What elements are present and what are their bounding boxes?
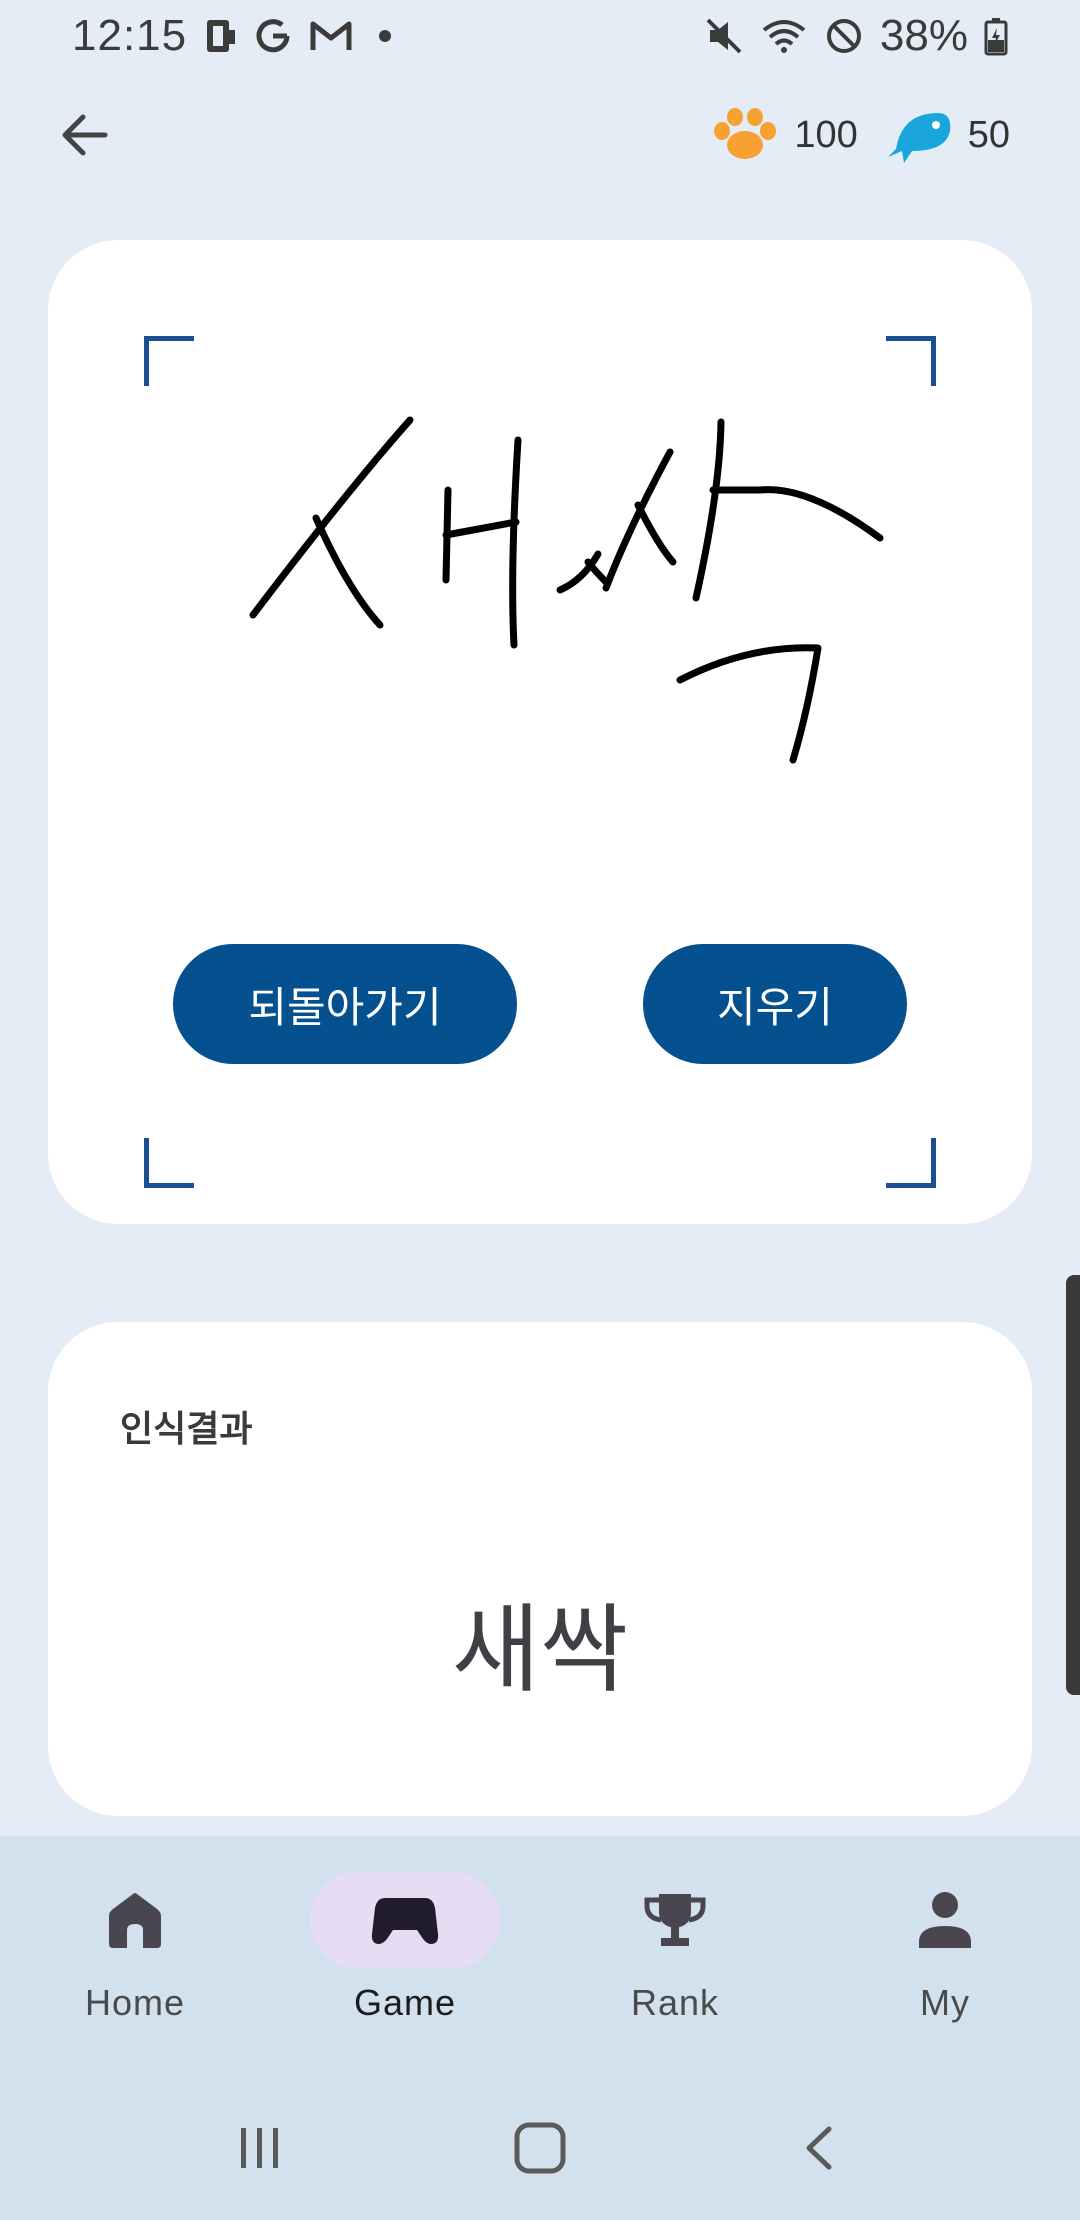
recognition-result-label: 인식결과 (120, 1409, 253, 1450)
nav-label-game: Game (353, 1982, 457, 2023)
notification-dot-icon (379, 30, 392, 42)
recognition-result-card: 인식결과 새싹 (48, 1322, 1032, 1816)
ink-stroke (312, 514, 384, 629)
ink-stroke (602, 448, 674, 592)
ink-stroke (676, 644, 822, 764)
home-icon (109, 1893, 161, 1948)
chevron-left-icon (806, 2126, 832, 2170)
app-bar: 100 50 (0, 90, 1080, 180)
ink-stroke (692, 418, 725, 602)
person-icon (919, 1892, 971, 1948)
battery-icon (984, 16, 1008, 56)
do-not-disturb-icon (824, 16, 864, 56)
ink-stroke (634, 501, 677, 566)
arrow-left-icon (62, 114, 108, 156)
drawing-card: 되돌아가기 지우기 (48, 240, 1032, 1224)
ink-strokes (249, 416, 884, 764)
nav-item-game[interactable]: Game (270, 1836, 540, 2076)
fish-currency: 50 (882, 105, 1010, 165)
ink-stroke (509, 436, 522, 649)
paw-currency: 100 (710, 107, 858, 163)
recent-apps-button[interactable] (210, 2098, 310, 2198)
undo-button[interactable]: 되돌아가기 (173, 944, 517, 1064)
paw-count: 100 (794, 113, 858, 156)
nav-label-rank: Rank (630, 1982, 720, 2023)
nav-icon-container (580, 1872, 770, 1968)
ink-stroke (709, 486, 884, 542)
back-button[interactable] (50, 100, 120, 170)
mute-icon (704, 16, 744, 56)
nav-item-my[interactable]: My (810, 1836, 1080, 2076)
status-time: 12:15 (72, 11, 188, 60)
nav-label-my: My (920, 1982, 970, 2023)
ink-stroke (442, 518, 520, 539)
google-icon (253, 16, 293, 56)
recent-apps-icon (241, 2128, 278, 2168)
paw-icon (714, 108, 777, 159)
system-navigation-bar (0, 2076, 1080, 2220)
currency-group: 100 50 (710, 105, 1010, 165)
status-bar: 12:15 38% (0, 0, 1080, 72)
back-system-button[interactable] (770, 2098, 870, 2198)
gmail-icon (309, 18, 353, 54)
ink-stroke (584, 558, 610, 586)
battery-percent: 38% (879, 11, 968, 60)
nav-icon-container-active (310, 1872, 500, 1968)
nav-label-home: Home (84, 1982, 186, 2023)
nav-item-home[interactable]: Home (0, 1836, 270, 2076)
home-square-icon (514, 2122, 566, 2174)
bottom-navigation: Home Game Rank My (0, 1836, 1080, 2076)
status-left: 12:15 (72, 11, 392, 61)
ink-stroke (249, 416, 414, 619)
nav-icon-container (40, 1872, 230, 1968)
handwriting-canvas[interactable] (48, 240, 1032, 1224)
gamepad-icon (371, 1898, 439, 1944)
scrollbar-thumb[interactable] (1066, 1275, 1080, 1695)
nav-icon-container (850, 1872, 1040, 1968)
fish-count: 50 (967, 113, 1010, 156)
trophy-icon (644, 1894, 706, 1946)
phone-icon (203, 16, 237, 56)
clear-button[interactable]: 지우기 (643, 944, 907, 1064)
home-system-button[interactable] (490, 2098, 590, 2198)
screen: 12:15 38% 100 50 되돌아가기 지우기 인식결과 새싹 Home … (0, 0, 1080, 2220)
recognition-result-text: 새싹 (451, 1594, 629, 1706)
status-right: 38% (704, 11, 1008, 61)
fish-icon (887, 113, 950, 163)
wifi-icon (760, 16, 808, 56)
nav-item-rank[interactable]: Rank (540, 1836, 810, 2076)
